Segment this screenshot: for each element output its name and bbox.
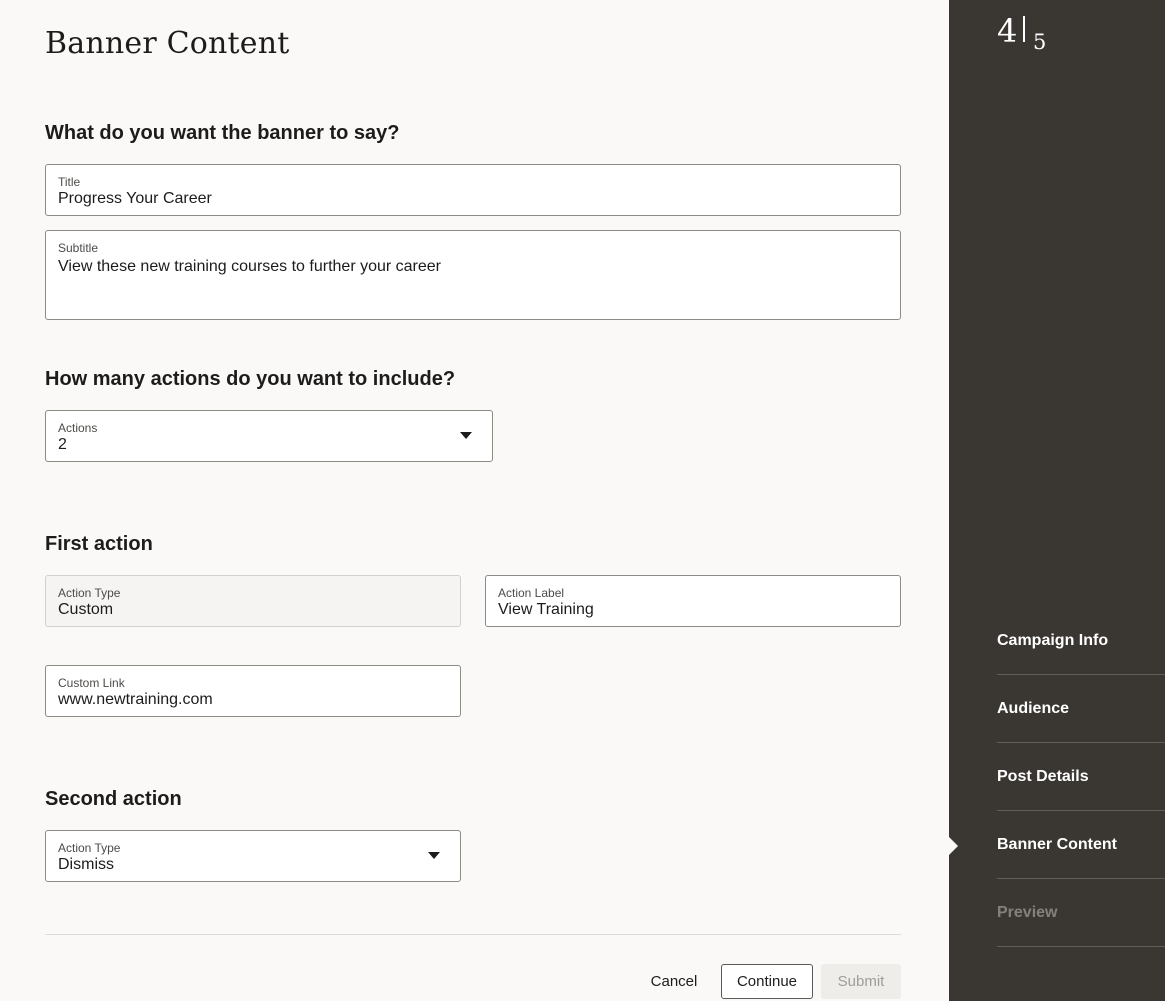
current-step-pointer-icon xyxy=(949,837,958,855)
step-preview: Preview xyxy=(997,879,1165,947)
second-action-heading: Second action xyxy=(45,788,182,810)
first-action-type-label: Action Type xyxy=(58,586,121,600)
actions-select-label: Actions xyxy=(58,421,98,435)
chevron-down-icon[interactable] xyxy=(460,432,472,439)
actions-select-value: 2 xyxy=(58,436,67,453)
title-field-label: Title xyxy=(58,175,81,189)
cancel-button[interactable]: Cancel xyxy=(640,964,708,999)
main-panel: Banner Content What do you want the bann… xyxy=(0,0,949,1001)
second-action-type-value: Dismiss xyxy=(58,856,114,873)
custom-link-field[interactable]: Custom Link www.newtraining.com xyxy=(45,665,461,717)
banner-text-heading: What do you want the banner to say? xyxy=(45,122,400,144)
custom-link-label: Custom Link xyxy=(58,676,125,690)
continue-button[interactable]: Continue xyxy=(721,964,813,999)
first-action-heading: First action xyxy=(45,533,153,555)
first-action-type-value: Custom xyxy=(58,601,114,618)
submit-button[interactable]: Submit xyxy=(821,964,901,999)
current-step-number: 4 xyxy=(997,12,1018,50)
actions-select[interactable]: Actions 2 xyxy=(45,410,493,462)
first-action-label-label: Action Label xyxy=(498,586,565,600)
title-field-value[interactable]: Progress Your Career xyxy=(58,190,212,208)
first-action-label-value[interactable]: View Training xyxy=(498,601,594,619)
second-action-type-select[interactable]: Action Type Dismiss xyxy=(45,830,461,882)
step-counter-separator xyxy=(1023,16,1025,42)
custom-link-value[interactable]: www.newtraining.com xyxy=(58,691,213,709)
chevron-down-icon[interactable] xyxy=(428,852,440,859)
second-action-type-label: Action Type xyxy=(58,841,121,855)
subtitle-field-label: Subtitle xyxy=(58,241,99,255)
total-steps-number: 5 xyxy=(1033,30,1047,54)
step-sidebar: 4 5 Campaign Info Audience Post Details … xyxy=(949,0,1165,1001)
step-banner-content[interactable]: Banner Content xyxy=(997,811,1165,879)
step-post-details[interactable]: Post Details xyxy=(997,743,1165,811)
actions-count-heading: How many actions do you want to include? xyxy=(45,368,456,390)
step-campaign-info[interactable]: Campaign Info xyxy=(997,607,1165,675)
footer-divider xyxy=(45,934,901,935)
step-audience[interactable]: Audience xyxy=(997,675,1165,743)
first-action-label-field[interactable]: Action Label View Training xyxy=(485,575,901,627)
subtitle-field[interactable]: Subtitle View these new training courses… xyxy=(45,230,901,320)
subtitle-field-value[interactable]: View these new training courses to furth… xyxy=(58,258,441,276)
first-action-type-field: Action Type Custom xyxy=(45,575,461,627)
page-title: Banner Content xyxy=(45,26,290,61)
title-field[interactable]: Title Progress Your Career xyxy=(45,164,901,216)
